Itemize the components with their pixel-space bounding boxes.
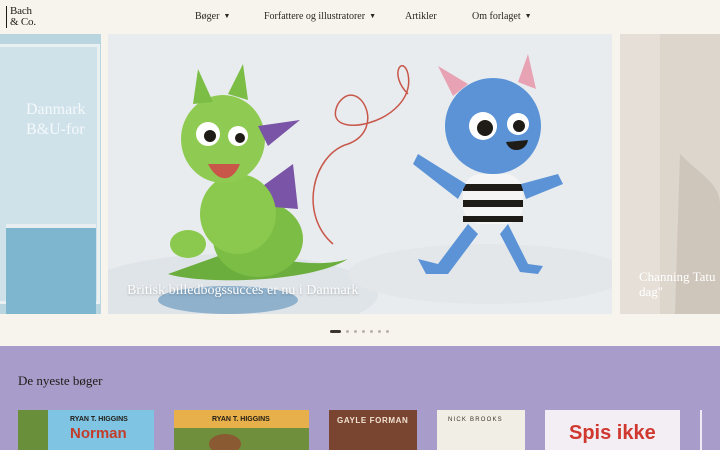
carousel-slide-next[interactable]: Channing Tatu dag"	[620, 34, 720, 314]
nav-item-artikler[interactable]: Artikler	[405, 11, 437, 22]
nav-item-forfattere[interactable]: Forfattere og illustratorer ▼	[264, 11, 376, 22]
slide-caption: Britisk billedbogssucces er nu i Danmark	[127, 283, 359, 298]
nav-label: Bøger	[195, 11, 220, 22]
newest-books-section: De nyeste bøger RYAN T. HIGGINS Norman R…	[0, 346, 720, 450]
chevron-down-icon: ▼	[369, 12, 377, 20]
carousel-dot[interactable]	[370, 329, 373, 333]
book-image	[6, 224, 96, 314]
hero-carousel: Danmark B&U-for Britisk billedbogssucces…	[0, 34, 720, 314]
book-author: RYAN T. HIGGINS	[70, 416, 128, 423]
nav-item-om-forlaget[interactable]: Om forlaget ▼	[472, 11, 532, 22]
next-book-edge	[700, 410, 702, 450]
book-cover[interactable]: NICK BROOKS	[437, 410, 525, 450]
book-author: GAYLE FORMAN	[337, 416, 409, 425]
nav-item-boger[interactable]: Bøger ▼	[195, 11, 230, 22]
carousel-dot[interactable]	[362, 329, 365, 333]
carousel-slide-previous[interactable]: Danmark B&U-for	[0, 34, 101, 314]
carousel-dot[interactable]	[386, 329, 389, 333]
slide-illustration	[108, 34, 612, 314]
logo[interactable]: Bach & Co.	[6, 6, 36, 28]
next-caption-line-1: Channing Tatu	[639, 269, 716, 284]
chevron-down-icon: ▼	[223, 12, 231, 20]
carousel-dot[interactable]	[346, 329, 349, 333]
book-cover[interactable]: Spis ikke	[545, 410, 680, 450]
next-slide-caption: Channing Tatu dag"	[639, 269, 715, 299]
book-cover[interactable]: RYAN T. HIGGINS	[174, 410, 309, 450]
logo-line-2: & Co.	[10, 16, 36, 28]
carousel-pagination	[330, 328, 389, 334]
site-header: Bach & Co. Bøger ▼ Forfattere og illustra…	[0, 0, 720, 34]
book-title: Spis ikke	[569, 422, 656, 444]
chevron-down-icon: ▼	[524, 12, 532, 20]
section-title: De nyeste bøger	[18, 373, 103, 388]
nav-label: Forfattere og illustratorer	[264, 11, 366, 22]
carousel-dot[interactable]	[378, 329, 381, 333]
book-cover[interactable]: GAYLE FORMAN	[329, 410, 417, 450]
next-caption-line-2: dag"	[639, 284, 664, 299]
nav-label: Om forlaget	[472, 11, 521, 22]
book-author: NICK BROOKS	[448, 417, 503, 423]
book-title: Norman	[70, 425, 127, 442]
carousel-dot[interactable]	[354, 329, 357, 333]
carousel-slide-active[interactable]: Britisk billedbogssucces er nu i Danmark	[108, 34, 612, 314]
poster-text: Danmark B&U-for	[26, 101, 86, 138]
nav-label: Artikler	[405, 11, 437, 22]
book-cover[interactable]: RYAN T. HIGGINS Norman	[18, 410, 154, 450]
book-author: RYAN T. HIGGINS	[212, 416, 270, 423]
carousel-dot[interactable]	[330, 329, 341, 333]
